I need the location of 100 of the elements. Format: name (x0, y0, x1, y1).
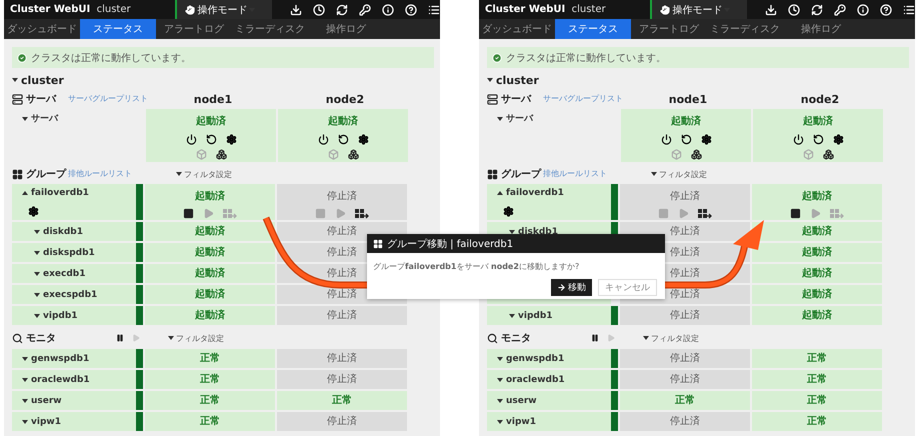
status-stripe (136, 412, 143, 431)
info-icon[interactable] (382, 4, 394, 16)
nav-tab[interactable]: ダッシュボード (479, 19, 555, 39)
power-icon[interactable] (660, 134, 672, 145)
status-text: 起動済 (195, 224, 225, 239)
gear-icon[interactable] (700, 134, 712, 145)
alert-text: クラスタは正常に動作しています。 (31, 52, 191, 64)
status-text: 起動済 (803, 114, 833, 129)
mode-menu[interactable]: 操作モード (175, 0, 272, 19)
nav-tab[interactable]: アラートログ (156, 19, 232, 39)
caret-down-icon[interactable] (22, 378, 28, 382)
status-text: 停止済 (670, 288, 700, 302)
caret-down-icon[interactable] (497, 378, 503, 382)
monitor-name: genwspdb1 (31, 354, 90, 364)
server-row-label: サーバ (506, 113, 533, 125)
caret-down-icon[interactable] (34, 230, 40, 234)
gear-icon[interactable] (226, 134, 236, 145)
gear-icon[interactable] (28, 206, 39, 216)
caret-down-icon[interactable] (651, 172, 657, 176)
group-move-icon[interactable] (354, 208, 370, 220)
clock-icon[interactable] (788, 4, 800, 16)
info-icon[interactable] (856, 4, 869, 16)
restart-icon[interactable] (812, 134, 824, 145)
caret-down-icon[interactable] (34, 250, 40, 254)
nav-tab[interactable]: ミラーディスク (707, 19, 783, 39)
key-icon[interactable] (834, 4, 846, 16)
refresh-icon[interactable] (810, 4, 823, 16)
caret-down-icon[interactable] (22, 420, 28, 424)
exclusion-rule-link[interactable]: 排他ルールリスト (543, 169, 623, 179)
nav-tab[interactable]: 操作ログ (308, 19, 384, 39)
status-text: 起動済 (195, 287, 225, 302)
exclusion-rule-link[interactable]: 排他ルールリスト (68, 169, 148, 179)
status-stripe (136, 222, 143, 241)
nav-tab[interactable]: ダッシュボード (4, 19, 80, 39)
pause-icon[interactable] (116, 333, 124, 343)
cubes-icon (216, 149, 226, 160)
download-icon[interactable] (290, 4, 302, 16)
caret-down-icon[interactable] (497, 356, 503, 360)
caret-down-icon[interactable] (487, 78, 493, 82)
pause-icon[interactable] (591, 333, 599, 343)
gear-icon[interactable] (503, 206, 514, 216)
stop-icon[interactable] (790, 208, 800, 219)
cancel-button[interactable]: キャンセル (598, 279, 657, 296)
restart-icon[interactable] (206, 134, 216, 145)
restart-icon[interactable] (338, 134, 348, 145)
list-icon[interactable] (428, 4, 440, 16)
nav-tab[interactable]: ステータス (80, 19, 156, 39)
caret-down-icon[interactable] (12, 78, 18, 82)
nav-tab[interactable]: アラートログ (631, 19, 707, 39)
move-button[interactable]: 移動 (551, 279, 592, 296)
power-icon[interactable] (792, 134, 804, 145)
caret-down-icon[interactable] (34, 272, 40, 276)
status-text: 停止済 (327, 224, 357, 239)
caret-down-icon[interactable] (497, 398, 503, 402)
key-icon[interactable] (358, 4, 371, 16)
restart-icon[interactable] (680, 134, 692, 145)
power-icon[interactable] (318, 134, 328, 145)
resource-name: execdb1 (43, 268, 86, 278)
caret-up-icon[interactable] (497, 191, 503, 195)
caret-down-icon[interactable] (34, 292, 40, 296)
download-icon[interactable] (764, 4, 777, 16)
help-icon[interactable] (404, 4, 417, 16)
filter-toggle[interactable]: フィルタ設定 (643, 332, 699, 344)
caret-down-icon[interactable] (34, 314, 40, 318)
filter-toggle[interactable]: フィルタ設定 (168, 332, 224, 344)
server-group-link[interactable]: サーバグループリスト (68, 94, 148, 104)
caret-down-icon[interactable] (22, 356, 28, 360)
group-name: failoverdb1 (31, 188, 89, 198)
caret-down-icon[interactable] (509, 314, 515, 318)
caret-down-icon[interactable] (22, 398, 28, 402)
mode-menu[interactable]: 操作モード (650, 0, 747, 19)
nav-tab[interactable]: ミラーディスク (232, 19, 308, 39)
gear-icon[interactable] (832, 134, 844, 145)
server-group-link[interactable]: サーバグループリスト (543, 94, 623, 104)
group-move-icon[interactable] (698, 208, 712, 220)
clock-icon[interactable] (312, 4, 325, 16)
status-text: 停止済 (670, 190, 700, 204)
status-stripe (611, 349, 618, 368)
filter-toggle[interactable]: フィルタ設定 (176, 168, 232, 180)
monitor-name: userw (31, 396, 62, 406)
gear-icon[interactable] (358, 134, 368, 145)
caret-down-icon[interactable] (643, 336, 649, 340)
caret-down-icon[interactable] (22, 116, 28, 120)
caret-down-icon[interactable] (176, 172, 182, 176)
caret-up-icon[interactable] (22, 191, 28, 195)
caret-down-icon[interactable] (168, 336, 174, 340)
caret-down-icon[interactable] (497, 116, 503, 120)
caret-down-icon[interactable] (497, 420, 503, 424)
refresh-icon[interactable] (336, 4, 348, 16)
filter-toggle[interactable]: フィルタ設定 (651, 168, 707, 180)
section-label: モニタ (26, 332, 56, 345)
list-icon[interactable] (902, 4, 915, 16)
help-icon[interactable] (880, 4, 892, 16)
nav-tab[interactable]: ステータス (555, 19, 631, 39)
status-text: 停止済 (327, 288, 357, 302)
nav-tab[interactable]: 操作ログ (783, 19, 859, 39)
node-name: node2 (324, 92, 366, 106)
stop-icon[interactable] (182, 208, 194, 219)
power-icon[interactable] (186, 134, 196, 145)
grid-icon (373, 238, 383, 248)
